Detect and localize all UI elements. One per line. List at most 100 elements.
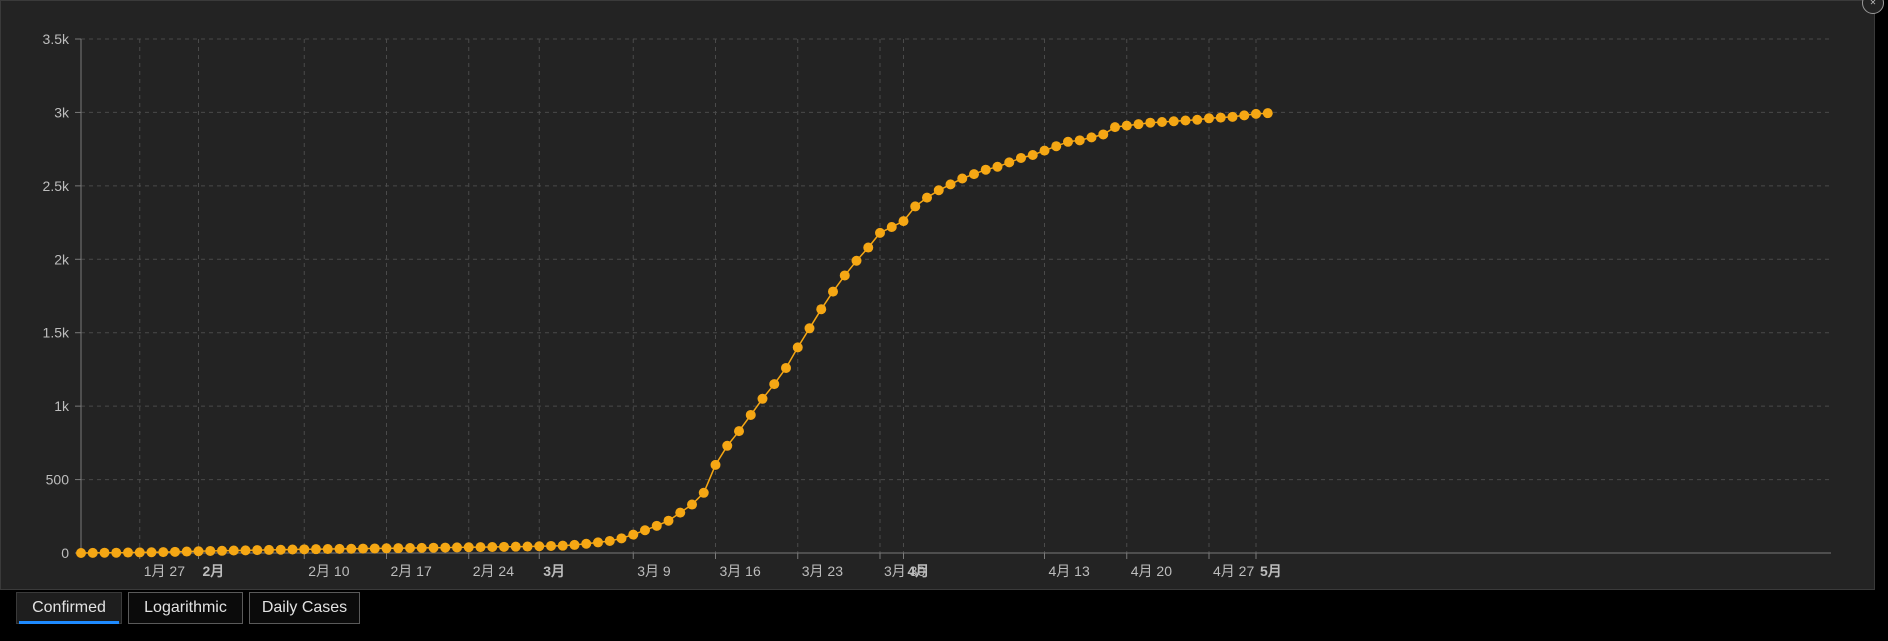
data-point	[804, 323, 815, 334]
data-point	[863, 242, 874, 253]
data-point	[851, 255, 862, 266]
data-point	[146, 547, 157, 558]
data-point	[369, 543, 380, 554]
data-point	[440, 542, 451, 553]
data-point	[1098, 129, 1109, 140]
data-point	[1251, 108, 1261, 119]
data-point	[828, 286, 838, 297]
y-tick-label: 1k	[54, 398, 70, 414]
x-tick-label: 3月 23	[802, 563, 843, 579]
data-point	[757, 393, 768, 404]
data-point	[722, 440, 733, 451]
x-axis-tick-labels: 1月 27 2月 2月 10 2月 17 2月 24 3月 3月 9 3月 16 3月 23 3月…	[144, 563, 1282, 579]
data-point	[1168, 116, 1179, 127]
data-point	[581, 538, 592, 549]
tab-logarithmic[interactable]: Logarithmic	[128, 592, 243, 624]
y-tick-label: 500	[46, 472, 70, 488]
data-point	[1039, 145, 1050, 156]
data-point	[334, 543, 345, 554]
y-tick-label: 2k	[54, 251, 70, 267]
data-point	[346, 543, 357, 554]
confirmed-cases-chart: 0 500 1k 1.5k 2k 2.5k 3k 3.5k 1月 27 2月 2月 10 2月 17…	[43, 31, 1831, 579]
y-axis-tick-labels: 0 500 1k 1.5k 2k 2.5k 3k 3.5k	[43, 31, 70, 561]
data-point	[980, 164, 991, 175]
data-point	[87, 547, 98, 558]
data-point	[1215, 112, 1226, 123]
data-point	[1016, 152, 1026, 163]
data-point	[651, 520, 662, 531]
x-tick-label: 1月 27	[144, 563, 185, 579]
data-point	[886, 221, 897, 232]
x-tick-label: 4月 27	[1213, 563, 1254, 579]
data-point	[1121, 120, 1132, 131]
data-point	[510, 541, 521, 552]
tab-daily-cases[interactable]: Daily Cases	[249, 592, 360, 624]
data-point	[299, 544, 310, 555]
x-tick-label: 2月	[203, 563, 225, 579]
data-point	[593, 537, 603, 548]
data-point	[1192, 114, 1203, 125]
x-tick-label: 3月	[543, 563, 565, 579]
data-point	[1157, 116, 1167, 127]
tab-confirmed[interactable]: Confirmed	[16, 592, 122, 624]
data-point	[1262, 108, 1273, 119]
data-point	[158, 547, 169, 558]
x-tick-label: 2月 10	[308, 563, 349, 579]
x-tick-label: 2月 17	[391, 563, 432, 579]
data-point	[487, 541, 498, 552]
data-point	[769, 379, 780, 390]
data-point	[1239, 110, 1250, 121]
data-point	[252, 545, 263, 556]
data-point	[557, 540, 568, 551]
data-point	[1004, 157, 1015, 168]
data-point	[1133, 119, 1144, 130]
x-tick-label: 4月 13	[1049, 563, 1090, 579]
data-point	[792, 342, 803, 353]
data-point	[875, 227, 885, 238]
data-point	[170, 546, 180, 557]
x-tick-label: 4月 20	[1131, 563, 1172, 579]
data-point	[898, 216, 909, 227]
tab-logarithmic-label: Logarithmic	[144, 599, 227, 616]
data-point	[522, 541, 533, 552]
data-point	[452, 542, 462, 553]
data-point	[1051, 141, 1062, 152]
x-tick-label: 3月 9	[637, 563, 671, 579]
data-point	[217, 545, 227, 556]
y-tick-label: 1.5k	[43, 325, 70, 341]
data-point	[781, 362, 791, 373]
data-point	[1227, 111, 1238, 122]
data-point	[381, 543, 392, 554]
data-point	[134, 547, 145, 558]
data-point	[475, 542, 486, 553]
data-point	[534, 541, 545, 552]
data-point	[240, 545, 251, 556]
active-tab-indicator	[19, 621, 119, 624]
data-point	[393, 543, 404, 554]
data-point	[205, 545, 216, 556]
data-point	[710, 459, 721, 470]
data-point	[111, 547, 122, 558]
data-point	[816, 304, 827, 315]
axes	[80, 39, 1831, 554]
data-point	[910, 201, 921, 212]
x-tick-label: 2月 24	[473, 563, 514, 579]
y-tick-label: 3k	[54, 104, 70, 120]
data-point	[1204, 113, 1214, 124]
data-point	[922, 192, 932, 203]
data-point	[1074, 135, 1085, 146]
data-point	[839, 270, 850, 281]
tab-confirmed-label: Confirmed	[32, 599, 106, 616]
tab-daily-cases-label: Daily Cases	[261, 599, 348, 616]
data-point	[416, 542, 427, 553]
data-point	[228, 545, 239, 556]
data-point	[99, 547, 110, 558]
data-point	[181, 546, 192, 557]
data-point	[123, 547, 133, 558]
data-point	[264, 544, 274, 555]
y-tick-label: 2.5k	[43, 178, 70, 194]
data-point	[969, 169, 979, 180]
data-point	[405, 543, 415, 554]
data-point	[1145, 117, 1156, 128]
data-point	[663, 515, 674, 526]
